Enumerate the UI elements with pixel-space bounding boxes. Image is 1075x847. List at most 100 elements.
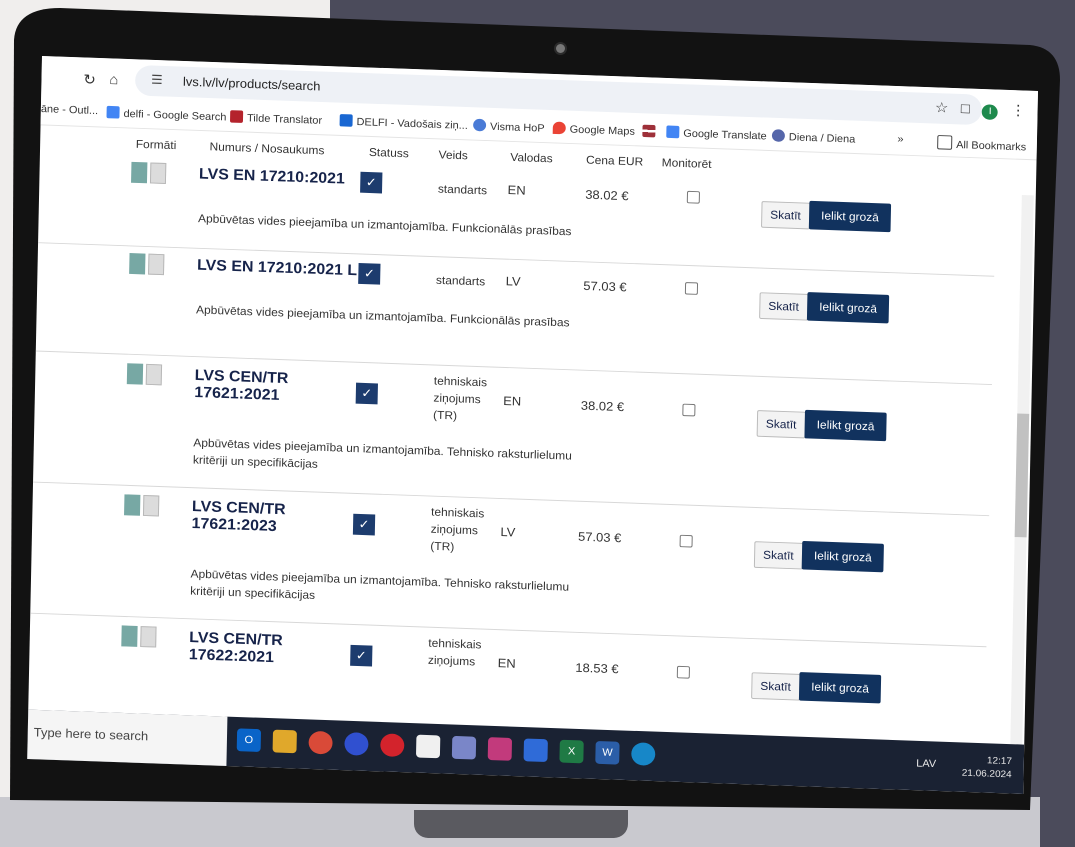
product-price: 57.03 € <box>577 529 622 546</box>
monitor-checkbox[interactable] <box>679 534 693 548</box>
taskbar-search[interactable]: Type here to search <box>27 709 228 766</box>
star-icon[interactable]: ☆ <box>935 100 949 117</box>
bookmark-delfi-google[interactable]: delfi - Google Search <box>106 105 227 123</box>
outlook-taskbar-icon[interactable]: O <box>236 728 262 752</box>
add-to-cart-button[interactable]: Ielikt grozā <box>798 672 882 704</box>
all-bookmarks[interactable]: All Bookmarks <box>937 135 1026 153</box>
paint-taskbar-icon[interactable] <box>451 735 477 760</box>
product-description: Apbūvētas vides pieejamība un izmantojam… <box>190 567 570 602</box>
format-icons <box>121 625 159 652</box>
status-valid-icon: ✓ <box>360 171 383 194</box>
view-button[interactable]: Skatīt <box>753 541 803 570</box>
edge-taskbar-icon[interactable] <box>631 742 656 766</box>
bookmark-delfi[interactable]: DELFI - Vadošais ziņ... <box>339 114 468 132</box>
paper-format-icon[interactable] <box>142 494 160 517</box>
view-button[interactable]: Skatīt <box>751 672 801 701</box>
product-title[interactable]: LVS CEN/TR 17622:2021 <box>189 630 299 668</box>
browser-screen: ↻ ⌂ ☰ lvs.lv/lv/products/search ☆ □ I ⋮ … <box>27 56 1038 794</box>
product-title[interactable]: LVS EN 17210:2021 <box>199 166 345 188</box>
bookmark-tilde[interactable]: Tilde Translator <box>229 110 322 127</box>
reload-icon[interactable]: ↻ <box>83 71 96 89</box>
tilde-icon <box>229 110 244 123</box>
url-text: lvs.lv/lv/products/search <box>182 74 321 94</box>
extensions-icon[interactable]: □ <box>961 101 970 117</box>
view-button[interactable]: Skatīt <box>761 201 811 230</box>
monitor-checkbox[interactable] <box>682 403 696 417</box>
vertical-scrollbar[interactable] <box>1009 195 1034 766</box>
header-type: Veids <box>438 147 469 163</box>
profile-avatar[interactable]: I <box>982 104 999 121</box>
header-formats: Formāti <box>135 137 177 152</box>
view-button[interactable]: Skatīt <box>756 410 806 439</box>
product-language: EN <box>497 655 516 671</box>
view-button[interactable]: Skatīt <box>759 292 809 321</box>
paper-format-icon[interactable] <box>148 253 165 276</box>
monitor-checkbox[interactable] <box>684 282 699 295</box>
paper-format-icon[interactable] <box>145 363 163 386</box>
paper-format-icon[interactable] <box>140 626 157 648</box>
pdf-format-icon[interactable] <box>129 253 146 275</box>
chrome-taskbar-icon[interactable] <box>308 730 333 755</box>
toolbar-right: ☆ □ I ⋮ <box>935 99 1026 121</box>
tray-language[interactable]: LAV <box>916 758 936 770</box>
pdf-format-icon[interactable] <box>126 363 144 385</box>
pdf-format-icon[interactable] <box>124 494 141 516</box>
product-type: standarts <box>435 273 486 289</box>
app-taskbar-icon[interactable] <box>344 732 369 756</box>
add-to-cart-button[interactable]: Ielikt grozā <box>801 540 884 573</box>
product-type: tehniskais ziņojums <box>427 636 482 669</box>
home-icon[interactable]: ⌂ <box>109 72 118 88</box>
product-description: Apbūvētas vides pieejamība un izmantojam… <box>197 211 572 239</box>
tray-clock[interactable]: 12:17 21.06.2024 <box>962 754 1012 782</box>
paper-format-icon[interactable] <box>149 162 167 184</box>
format-icons <box>126 363 165 390</box>
status-valid-icon: ✓ <box>355 382 378 405</box>
status-valid-icon: ✓ <box>350 644 373 667</box>
site-settings-icon[interactable]: ☰ <box>151 72 163 88</box>
add-to-cart-button[interactable]: Ielikt grozā <box>808 200 892 233</box>
file-explorer-taskbar-icon[interactable] <box>272 729 297 754</box>
format-icons <box>124 494 162 521</box>
format-icons <box>129 253 167 280</box>
format-icons <box>131 161 169 189</box>
scrollbar-thumb[interactable] <box>1014 413 1030 538</box>
word-taskbar-icon[interactable]: W <box>595 740 620 765</box>
add-to-cart-button[interactable]: Ielikt grozā <box>806 292 890 324</box>
excel-taskbar-icon[interactable]: X <box>559 739 584 764</box>
webex-taskbar-icon[interactable] <box>523 738 548 763</box>
product-price: 38.02 € <box>585 187 629 204</box>
pdf-format-icon[interactable] <box>121 625 138 647</box>
latvia-flag-icon <box>642 124 656 138</box>
product-language: LV <box>505 273 521 289</box>
taskbar-search-placeholder: Type here to search <box>33 725 149 744</box>
pdf-format-icon[interactable] <box>131 161 148 184</box>
product-type: tehniskais ziņojums (TR) <box>433 374 488 423</box>
monitor-checkbox[interactable] <box>686 190 700 204</box>
bookmark-diena[interactable]: Diena / Diena <box>771 129 856 145</box>
opera-taskbar-icon[interactable] <box>380 733 405 758</box>
more-bookmarks-icon[interactable]: » <box>897 134 903 146</box>
diena-icon <box>771 129 786 142</box>
monitor-checkbox[interactable] <box>676 665 690 679</box>
product-description: Apbūvētas vides pieejamība un izmantojam… <box>192 435 572 471</box>
translate-icon <box>666 125 680 139</box>
product-price: 18.53 € <box>575 660 619 677</box>
bookmark-translate[interactable]: Google Translate <box>666 125 767 142</box>
bookmark-latvia-flag[interactable] <box>642 124 659 139</box>
product-title[interactable]: LVS EN 17210:2021 L <box>197 257 357 280</box>
bookmark-maps[interactable]: Google Maps <box>552 121 635 138</box>
visma-icon <box>473 118 487 132</box>
product-title[interactable]: LVS CEN/TR 17621:2023 <box>191 499 301 537</box>
status-valid-icon: ✓ <box>358 262 381 285</box>
product-price: 38.02 € <box>580 398 625 414</box>
folder-icon <box>937 135 953 150</box>
teams-taskbar-icon[interactable] <box>487 737 513 761</box>
bookmark-outlook[interactable]: āne - Outl... <box>41 104 98 117</box>
bookmark-visma[interactable]: Visma HoP <box>473 118 545 135</box>
add-to-cart-button[interactable]: Ielikt grozā <box>804 409 887 442</box>
notepad-taskbar-icon[interactable] <box>415 734 441 759</box>
menu-icon[interactable]: ⋮ <box>1011 102 1026 119</box>
header-status: Statuss <box>368 145 409 161</box>
product-title[interactable]: LVS CEN/TR 17621:2021 <box>194 368 304 406</box>
header-monitor: Monitorēt <box>661 155 712 171</box>
